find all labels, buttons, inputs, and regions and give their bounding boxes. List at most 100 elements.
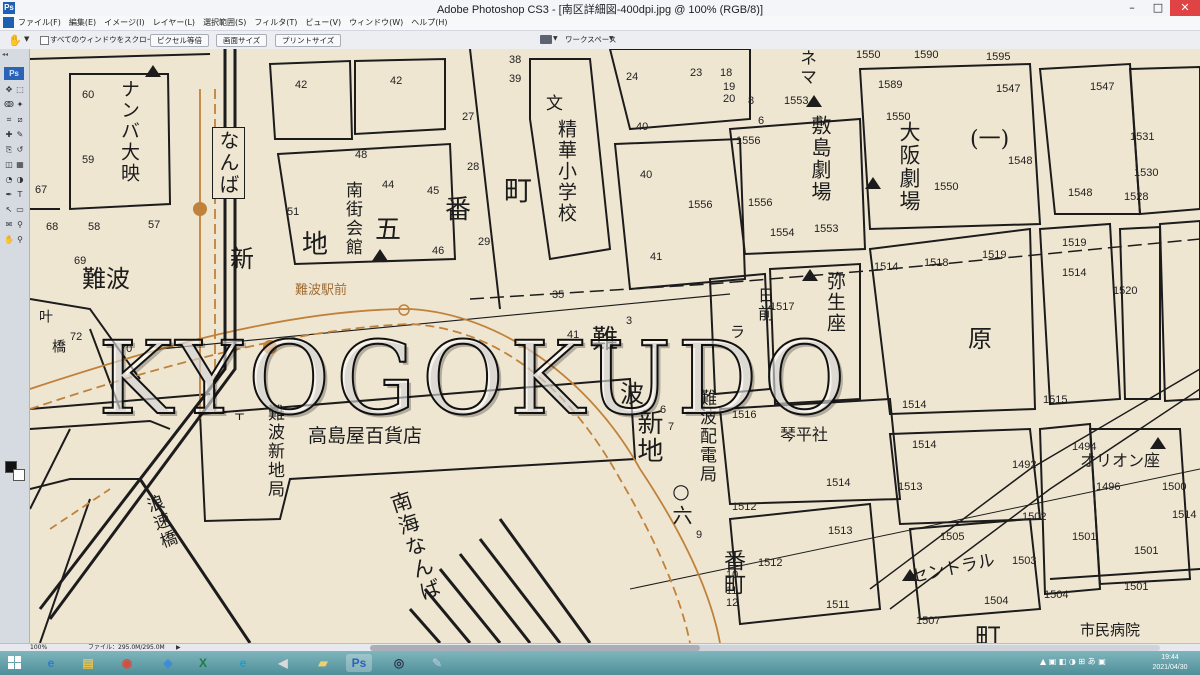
parcel-number: 1514 — [1172, 509, 1197, 521]
watermark: KYOGOKUDO — [97, 320, 852, 437]
parcel-number: 1501 — [1134, 545, 1159, 557]
map-label-cho: 町 — [975, 623, 1002, 643]
taskbar-chrome-icon[interactable]: ◉ — [114, 654, 140, 672]
taskbar-paint-icon[interactable]: ✎ — [424, 654, 450, 672]
parcel-number: 42 — [295, 79, 308, 91]
tool-preset-chevron-icon[interactable]: ▼ — [24, 35, 29, 43]
menu-item[interactable]: ヘルプ(H) — [411, 16, 447, 30]
menu-item[interactable]: 選択範囲(S) — [203, 16, 246, 30]
crop-tool-icon[interactable]: ⌗ — [4, 115, 14, 125]
parcel-number: 1548 — [1068, 187, 1093, 199]
taskbar-ie-icon[interactable]: e — [38, 654, 64, 672]
pen-tool-icon[interactable]: ✒ — [4, 190, 14, 200]
workspace-chevron-icon[interactable]: ▼ — [609, 35, 614, 42]
taskbar-viewer-icon[interactable]: ◎ — [386, 654, 412, 672]
taskbar-photoshop-icon[interactable]: Ps — [346, 654, 372, 672]
map-label-nanba-ekimae: 難波駅前 — [295, 283, 348, 298]
menu-item[interactable]: フィルタ(T) — [254, 16, 297, 30]
map-label-go: 五 — [375, 215, 402, 245]
gradient-tool-icon[interactable]: ▦ — [15, 160, 25, 170]
shape-tool-icon[interactable]: ▭ — [15, 205, 25, 215]
taskbar-folder-icon[interactable]: ▰ — [310, 654, 336, 672]
parcel-number: 1518 — [924, 257, 949, 269]
parcel-number: 1503 — [1012, 555, 1037, 567]
parcel-number: 1556 — [688, 199, 713, 211]
healing-brush-icon[interactable]: ✚ — [4, 130, 14, 140]
brush-tool-icon[interactable]: ✎ — [15, 130, 25, 140]
lasso-tool-icon[interactable]: ↂ — [4, 100, 14, 110]
menu-item[interactable]: ファイル(F) — [18, 16, 61, 30]
taskbar-excel-icon[interactable]: X — [190, 654, 216, 672]
parcel-number: 1500 — [1162, 481, 1187, 493]
workspace-icon[interactable] — [540, 35, 552, 44]
document-canvas[interactable]: ナンバ大映 なんば 新 難波 難波駅前 地 五 番 南街会館 精華小学校 文 町… — [30, 49, 1200, 643]
map-label-hara: 原 — [968, 325, 992, 353]
parcel-number: 58 — [88, 221, 101, 233]
parcel-number: 68 — [46, 221, 59, 233]
path-select-icon[interactable]: ↖ — [4, 205, 14, 215]
clock-date: 2021/04/30 — [1152, 664, 1188, 671]
parcel-number: 1514 — [874, 261, 899, 273]
parcel-number: 1528 — [1124, 191, 1149, 203]
parcel-number: 38 — [509, 54, 522, 66]
fit-screen-button[interactable]: 画面サイズ — [216, 34, 268, 47]
menu-item[interactable]: ウィンドウ(W) — [349, 16, 403, 30]
move-tool-icon[interactable]: ✥ — [4, 85, 14, 95]
parcel-number: 1531 — [1130, 131, 1155, 143]
map-label-nanba-daiei: ナンバ大映 — [118, 79, 140, 184]
map-label-shin: 新 — [230, 245, 254, 273]
photoshop-logo[interactable]: Ps — [4, 67, 24, 80]
background-color-swatch[interactable] — [13, 469, 25, 481]
map-label-hashi: 橋 — [50, 339, 66, 355]
menu-item[interactable]: イメージ(I) — [104, 16, 144, 30]
history-brush-icon[interactable]: ↺ — [15, 145, 25, 155]
menu-item[interactable]: 編集(E) — [69, 16, 96, 30]
map-label-minami-gaikaikan: 南街会館 — [342, 181, 362, 257]
menu-item[interactable]: レイヤー(L) — [153, 16, 195, 30]
clone-stamp-icon[interactable]: ⎘ — [4, 145, 14, 155]
map-label-ban: 番 — [445, 195, 472, 225]
type-tool-icon[interactable]: T — [15, 190, 25, 200]
map-label-nanba-station: なんば — [212, 127, 245, 199]
scroll-all-windows-checkbox[interactable] — [40, 36, 49, 45]
taskbar-explorer-icon[interactable]: ▤ — [75, 654, 101, 672]
workspace-arrow-icon[interactable]: ▼ — [553, 35, 558, 42]
print-size-button[interactable]: プリントサイズ — [275, 34, 342, 47]
title-bar: Ps Adobe Photoshop CS3 - [南区詳細図-400dpi.j… — [0, 0, 1200, 17]
slice-tool-icon[interactable]: ⧄ — [15, 115, 25, 125]
clock[interactable]: 19:44 2021/04/30 — [1145, 653, 1195, 673]
blur-tool-icon[interactable]: ◔ — [4, 175, 14, 185]
taskbar-photos-icon[interactable]: ◈ — [155, 654, 181, 672]
map-label-nanba-kanji: 難波 — [82, 265, 130, 293]
start-button[interactable] — [8, 656, 22, 670]
taskbar-sound-icon[interactable]: ◀ — [270, 654, 296, 672]
close-button[interactable]: ✕ — [1170, 0, 1200, 16]
zoom-tool-icon[interactable]: ⚲ — [15, 235, 25, 245]
actual-pixels-button[interactable]: ピクセル等倍 — [150, 34, 209, 47]
maximize-button[interactable]: □ — [1144, 0, 1172, 16]
magic-wand-icon[interactable]: ✦ — [15, 100, 25, 110]
parcel-number: 1504 — [984, 595, 1009, 607]
marquee-tool-icon[interactable]: ⬚ — [15, 85, 25, 95]
parcel-number: 1519 — [982, 249, 1007, 261]
parcel-number: 9 — [696, 529, 703, 541]
hand-tool-icon[interactable]: ✋ — [4, 235, 14, 245]
minimize-button[interactable]: – — [1118, 0, 1146, 16]
eyedropper-icon[interactable]: ⚲ — [15, 220, 25, 230]
system-tray[interactable]: ▲ ▣ ◧ ◑ ⊞ あ ▣ — [1040, 656, 1106, 667]
parcel-number: 1512 — [758, 557, 783, 569]
hand-tool-icon[interactable]: ✋ — [8, 34, 22, 47]
parcel-number: 1504 — [1044, 589, 1069, 601]
eraser-tool-icon[interactable]: ◫ — [4, 160, 14, 170]
taskbar-edge-icon[interactable]: e — [230, 654, 256, 672]
parcel-number: 46 — [432, 245, 445, 257]
menu-bar: ファイル(F) 編集(E) イメージ(I) レイヤー(L) 選択範囲(S) フィルタ(T)… — [0, 16, 1200, 31]
menu-item[interactable]: ビュー(V) — [305, 16, 341, 30]
notes-tool-icon[interactable]: ✉ — [4, 220, 14, 230]
dodge-tool-icon[interactable]: ◑ — [15, 175, 25, 185]
panel-grip-icon[interactable]: ◂◂ — [2, 51, 8, 58]
parcel-number: 72 — [70, 331, 83, 343]
map-label-machi: 町 — [504, 174, 533, 207]
parcel-number: 18 — [720, 67, 733, 79]
document-icon[interactable] — [3, 17, 14, 28]
